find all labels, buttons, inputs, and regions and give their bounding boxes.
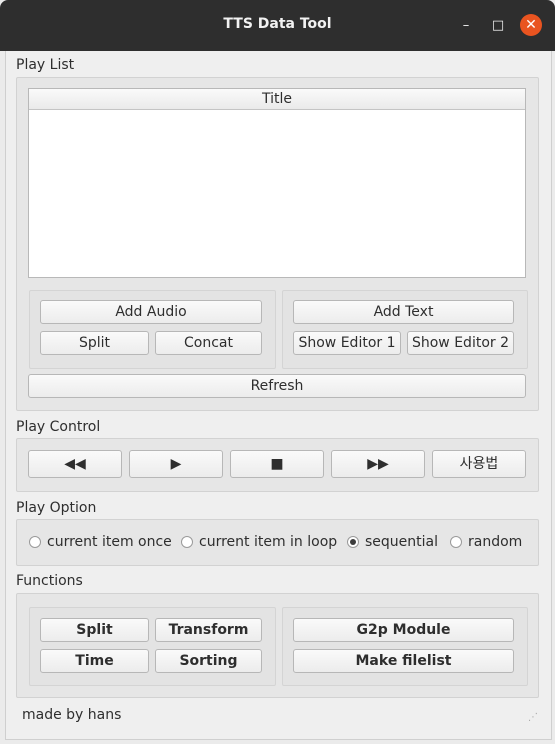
transform-button[interactable]: Transform [155,618,262,642]
resize-grip-icon[interactable]: ⋰ [528,712,540,724]
usage-button[interactable]: 사용법 [432,450,526,478]
play-control-label: Play Control [16,419,101,435]
radio-sequential[interactable]: sequential [347,533,438,551]
radio-current-item-once[interactable]: current item once [29,533,172,551]
sorting-button[interactable]: Sorting [155,649,262,673]
radio-random[interactable]: random [450,533,522,551]
footer-text: made by hans [22,707,122,723]
make-filelist-button[interactable]: Make filelist [293,649,514,673]
forward-button[interactable]: ▶▶ [331,450,425,478]
radio-circle[interactable] [29,536,41,548]
radio-circle[interactable] [181,536,193,548]
functions-label: Functions [16,573,83,589]
rewind-button[interactable]: ◀◀ [28,450,122,478]
radio-current-item-in-loop[interactable]: current item in loop [181,533,337,551]
concat-button[interactable]: Concat [155,331,262,355]
stop-button[interactable]: ■ [230,450,324,478]
radio-label: current item once [47,534,172,550]
play-option-label: Play Option [16,500,97,516]
title-column-header[interactable]: Title [29,89,525,110]
maximize-icon[interactable]: □ [488,16,508,36]
time-button[interactable]: Time [40,649,149,673]
play-button[interactable]: ▶ [129,450,223,478]
playlist-label: Play List [16,57,75,73]
refresh-button[interactable]: Refresh [28,374,526,398]
close-icon[interactable]: ✕ [520,14,542,36]
show-editor-2-button[interactable]: Show Editor 2 [407,331,514,355]
add-text-button[interactable]: Add Text [293,300,514,324]
title-bar: TTS Data Tool – □ ✕ [0,0,555,51]
split-button[interactable]: Split [40,331,149,355]
minimize-icon[interactable]: – [456,16,476,36]
playlist-table[interactable]: Title [28,88,526,278]
function-split-button[interactable]: Split [40,618,149,642]
radio-circle-selected[interactable] [347,536,359,548]
show-editor-1-button[interactable]: Show Editor 1 [293,331,401,355]
radio-label: random [468,534,523,550]
radio-label: sequential [365,534,439,550]
radio-circle[interactable] [450,536,462,548]
radio-label: current item in loop [199,534,338,550]
add-audio-button[interactable]: Add Audio [40,300,262,324]
g2p-module-button[interactable]: G2p Module [293,618,514,642]
